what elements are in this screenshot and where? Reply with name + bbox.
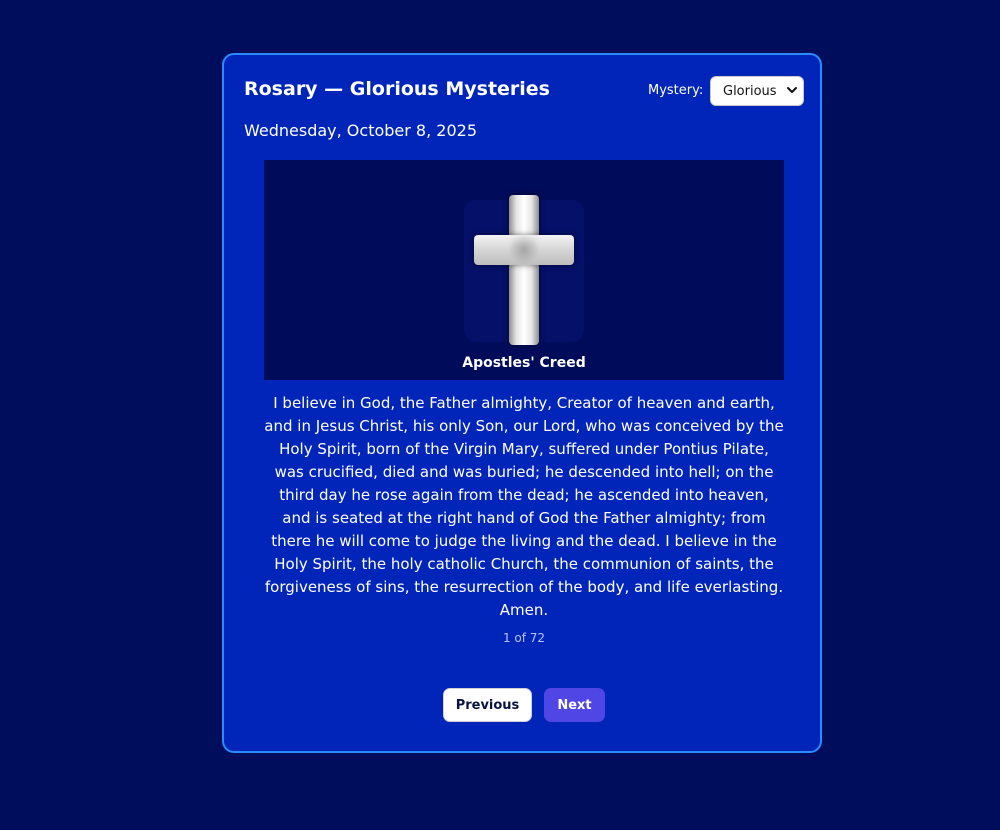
prayer-name: Apostles' Creed (462, 355, 586, 371)
cross-icon (509, 195, 539, 345)
progress-counter: 1 of 72 (502, 631, 546, 645)
prayer-text: I believe in God, the Father almighty, C… (264, 394, 784, 619)
current-date: Wednesday, October 8, 2025 (244, 121, 477, 140)
page-title: Rosary — Glorious Mysteries (244, 78, 550, 100)
next-button[interactable]: Next (544, 688, 605, 722)
mystery-label: Mystery: (648, 83, 704, 98)
chevron-down-icon (787, 87, 797, 93)
prayer-image-panel: Apostles' Creed (264, 160, 784, 380)
rosary-card: Rosary — Glorious Mysteries Mystery: Glo… (222, 53, 822, 753)
mystery-select[interactable]: Glorious (710, 76, 804, 106)
previous-button[interactable]: Previous (443, 688, 532, 722)
cross-crossbar (474, 235, 574, 265)
mystery-selected-value: Glorious (723, 83, 777, 99)
